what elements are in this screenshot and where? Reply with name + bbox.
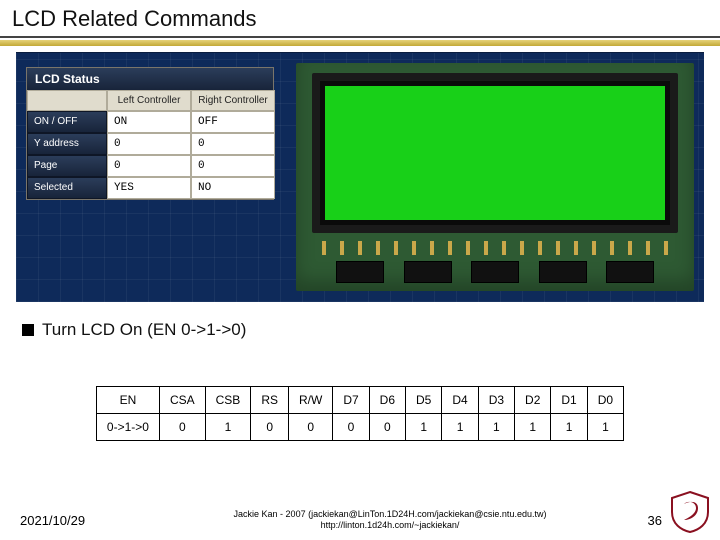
row-label-selected: Selected: [27, 177, 107, 199]
th-rw: R/W: [289, 387, 333, 414]
blueprint-area: LCD Status Left Controller Right Control…: [16, 52, 704, 302]
td-d7: 0: [333, 414, 369, 441]
credit-line1: Jackie Kan - 2007 (jackiekan@LinTon.1D24…: [140, 509, 640, 520]
cell-page-left: 0: [107, 155, 191, 177]
col-header-left: Left Controller: [107, 90, 191, 111]
lcd-pins: [322, 241, 668, 255]
td-d4: 1: [442, 414, 478, 441]
td-csa: 0: [159, 414, 205, 441]
chip-icon: [471, 261, 519, 283]
cell-onoff-left: ON: [107, 111, 191, 133]
row-label-yaddr: Y address: [27, 133, 107, 155]
footer-credit: Jackie Kan - 2007 (jackiekan@LinTon.1D24…: [140, 509, 640, 531]
th-en: EN: [96, 387, 159, 414]
td-d0: 1: [587, 414, 623, 441]
chip-icon: [336, 261, 384, 283]
lcd-bezel: [312, 73, 678, 233]
td-d5: 1: [406, 414, 442, 441]
lcd-module: [296, 63, 694, 291]
th-csb: CSB: [205, 387, 251, 414]
cell-yaddr-left: 0: [107, 133, 191, 155]
col-header-right: Right Controller: [191, 90, 275, 111]
lcd-status-panel: LCD Status Left Controller Right Control…: [26, 67, 274, 200]
bullet-line: Turn LCD On (EN 0->1->0): [22, 320, 698, 340]
chip-row: [336, 261, 654, 283]
chip-icon: [404, 261, 452, 283]
title-rule-gold: [0, 40, 720, 46]
cell-selected-right: NO: [191, 177, 275, 199]
th-d4: D4: [442, 387, 478, 414]
td-csb: 1: [205, 414, 251, 441]
td-rw: 0: [289, 414, 333, 441]
th-d6: D6: [369, 387, 405, 414]
footer: 2021/10/29 Jackie Kan - 2007 (jackiekan@…: [0, 500, 720, 540]
lcd-screen: [320, 81, 670, 225]
cell-onoff-right: OFF: [191, 111, 275, 133]
table-header-row: EN CSA CSB RS R/W D7 D6 D5 D4 D3 D2 D1 D…: [96, 387, 623, 414]
footer-date: 2021/10/29: [0, 513, 140, 528]
th-d3: D3: [478, 387, 514, 414]
crest-logo-icon: [668, 490, 712, 534]
bullet-text: Turn LCD On (EN 0->1->0): [42, 320, 246, 340]
page-title: LCD Related Commands: [0, 0, 720, 36]
td-d1: 1: [551, 414, 587, 441]
cell-yaddr-right: 0: [191, 133, 275, 155]
chip-icon: [539, 261, 587, 283]
th-rs: RS: [251, 387, 289, 414]
cell-selected-left: YES: [107, 177, 191, 199]
th-d0: D0: [587, 387, 623, 414]
panel-title: LCD Status: [27, 68, 273, 90]
th-d5: D5: [406, 387, 442, 414]
th-csa: CSA: [159, 387, 205, 414]
td-rs: 0: [251, 414, 289, 441]
row-label-page: Page: [27, 155, 107, 177]
command-table: EN CSA CSB RS R/W D7 D6 D5 D4 D3 D2 D1 D…: [96, 386, 624, 441]
td-d3: 1: [478, 414, 514, 441]
td-d2: 1: [515, 414, 551, 441]
th-d7: D7: [333, 387, 369, 414]
square-bullet-icon: [22, 324, 34, 336]
chip-icon: [606, 261, 654, 283]
th-d2: D2: [515, 387, 551, 414]
cell-page-right: 0: [191, 155, 275, 177]
td-en: 0->1->0: [96, 414, 159, 441]
td-d6: 0: [369, 414, 405, 441]
table-row: 0->1->0 0 1 0 0 0 0 1 1 1 1 1 1: [96, 414, 623, 441]
col-header-blank: [27, 90, 107, 111]
th-d1: D1: [551, 387, 587, 414]
credit-line2: http://linton.1d24h.com/~jackiekan/: [140, 520, 640, 531]
row-label-onoff: ON / OFF: [27, 111, 107, 133]
title-rule: [0, 36, 720, 38]
status-grid: Left Controller Right Controller ON / OF…: [27, 90, 273, 199]
